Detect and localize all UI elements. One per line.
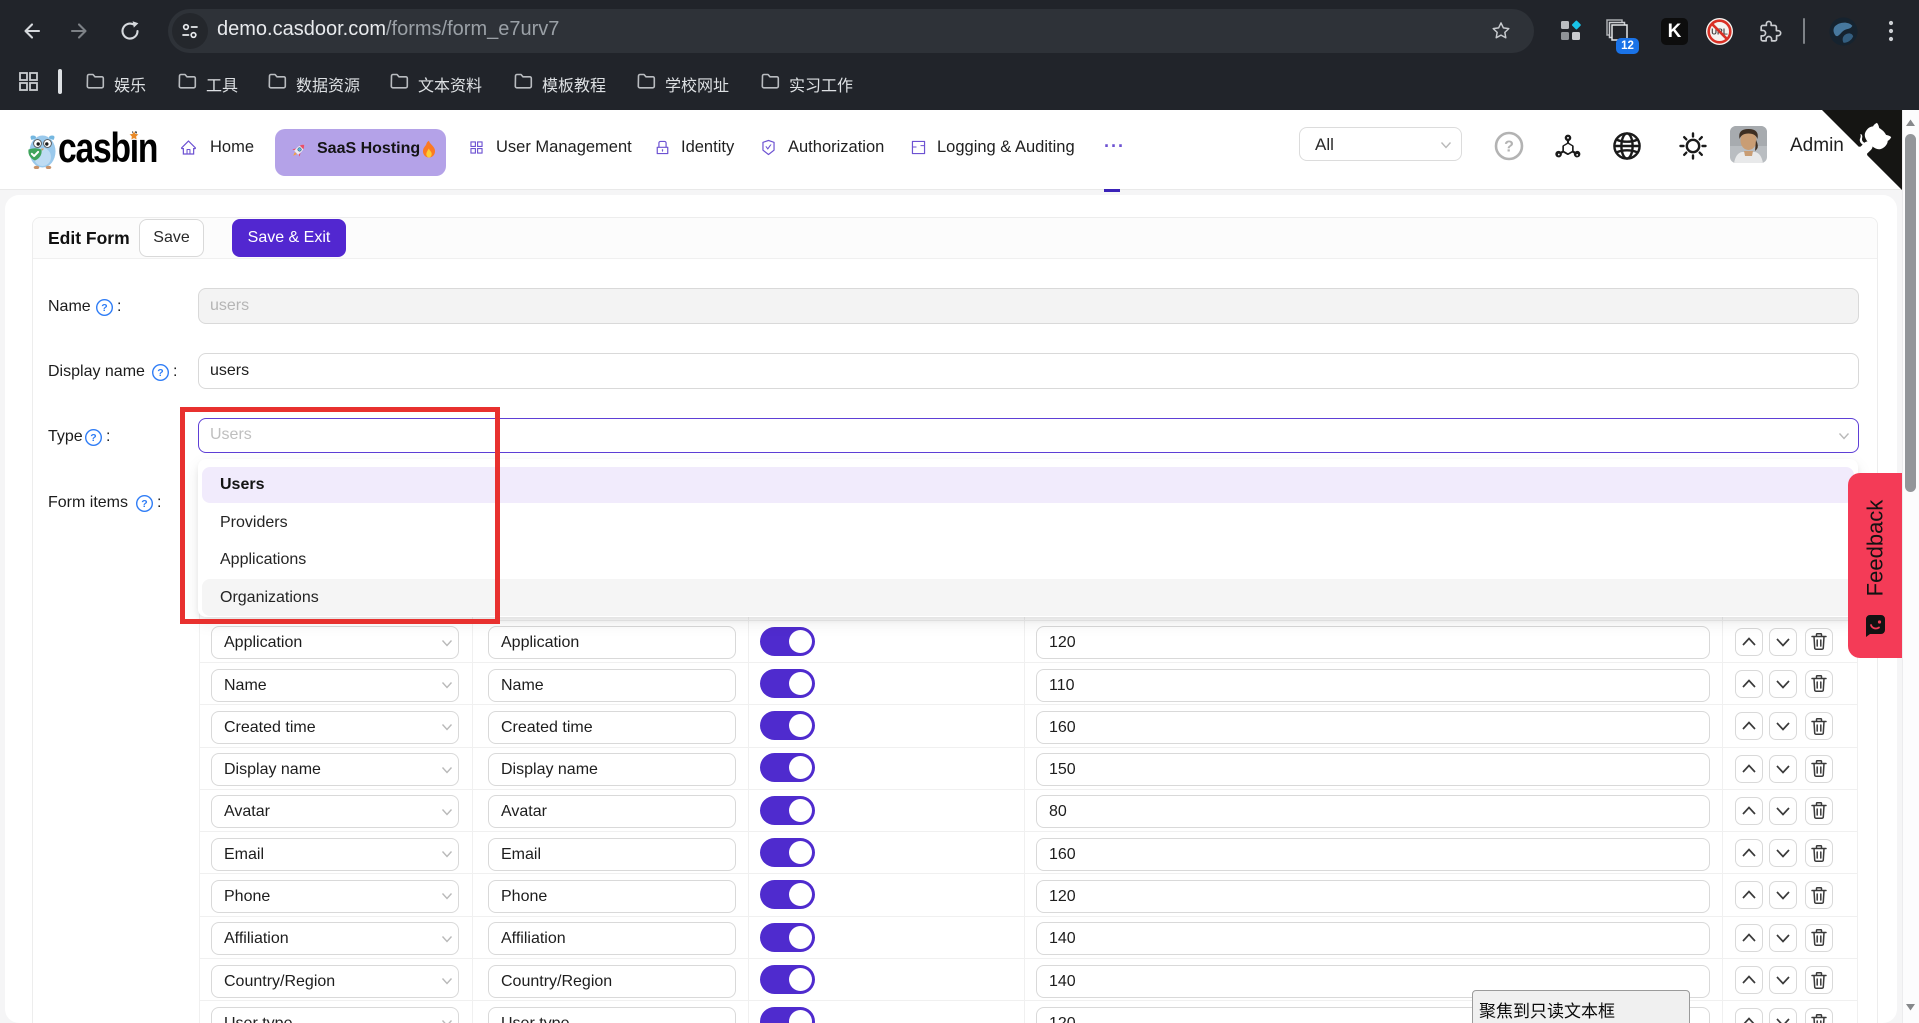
svg-text:?: ? — [1504, 139, 1514, 156]
svg-text:?: ? — [101, 302, 107, 314]
svg-text:?: ? — [90, 432, 96, 444]
svg-text:?: ? — [157, 367, 163, 379]
svg-text:?: ? — [141, 498, 147, 510]
